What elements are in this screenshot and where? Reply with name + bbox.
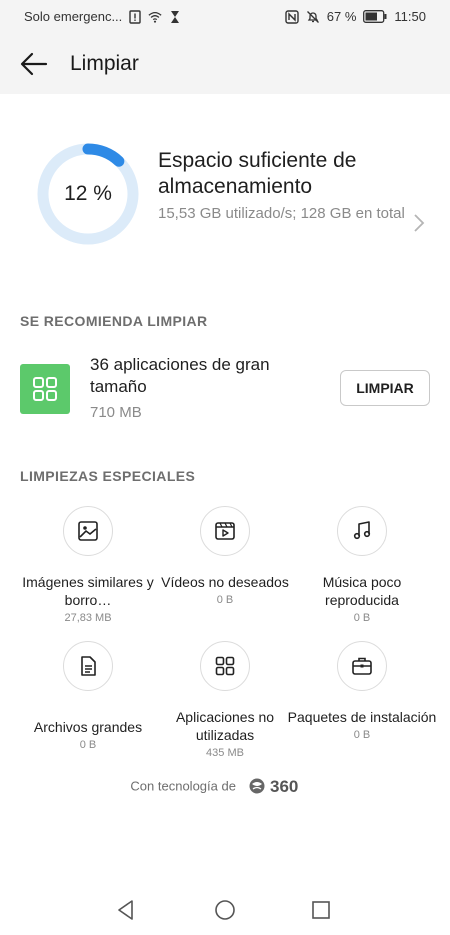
- storage-summary[interactable]: 12 % Espacio suficiente de almacenamient…: [0, 120, 450, 270]
- tool-name: Archivos grandes: [33, 719, 143, 735]
- clean-button[interactable]: LIMPIAR: [340, 370, 430, 406]
- tool-rarely-played-music[interactable]: Música poco reproducida 0 B: [287, 506, 437, 624]
- storage-status-title: Espacio suficiente de almacenamiento: [158, 149, 357, 198]
- special-cleanups-header: LIMPIEZAS ESPECIALES: [20, 468, 196, 484]
- wifi-icon: [148, 11, 162, 23]
- recommended-item[interactable]: 36 aplicaciones de gran tamaño 710 MB LI…: [0, 348, 450, 428]
- 360-logo: 360: [249, 777, 298, 796]
- nav-back-icon[interactable]: [113, 897, 139, 923]
- clock: 11:50: [394, 9, 426, 24]
- tool-unwanted-videos[interactable]: Vídeos no deseados 0 B: [150, 506, 300, 606]
- tool-size: 0 B: [79, 739, 97, 751]
- music-note-icon: [353, 521, 371, 540]
- video-icon: [215, 522, 235, 540]
- apps-grid-icon: [33, 377, 57, 401]
- chevron-right-icon: [414, 214, 425, 232]
- document-icon: [81, 656, 96, 676]
- tool-icon-circle: [337, 641, 387, 691]
- tool-size: 0 B: [353, 729, 371, 741]
- back-arrow-icon[interactable]: [18, 50, 50, 78]
- large-apps-tile: [20, 364, 70, 414]
- storage-percent: 12 %: [64, 182, 112, 205]
- tool-name: Paquetes de instalación: [287, 709, 437, 725]
- tool-name: Vídeos no deseados: [161, 574, 289, 590]
- brand-text: 360: [270, 777, 298, 796]
- nfc-icon: [285, 9, 299, 24]
- tool-icon-circle: [200, 641, 250, 691]
- tool-similar-images[interactable]: Imágenes similares y borro… 27,83 MB: [13, 506, 163, 624]
- image-icon: [78, 521, 98, 541]
- nav-home-icon[interactable]: [212, 897, 238, 923]
- bell-off-icon: [306, 10, 319, 23]
- battery-icon: [363, 10, 387, 23]
- briefcase-icon: [352, 657, 372, 675]
- navigation-bar: [0, 885, 450, 935]
- tool-icon-circle: [200, 506, 250, 556]
- app-bar: Limpiar: [0, 34, 450, 94]
- battery-percent: 67 %: [326, 9, 357, 24]
- large-apps-size: 710 MB: [90, 404, 142, 421]
- hourglass-icon: [171, 10, 180, 23]
- tool-name: Música poco reproducida: [322, 574, 402, 608]
- page-title: Limpiar: [70, 52, 139, 75]
- tool-icon-circle: [63, 641, 113, 691]
- tool-unused-apps[interactable]: Aplicaciones no utilizadas 435 MB: [150, 641, 300, 759]
- carrier-text: Solo emergenc...: [24, 9, 123, 24]
- powered-by-text: Con tecnología de: [130, 778, 236, 794]
- tool-icon-circle: [337, 506, 387, 556]
- tool-icon-circle: [63, 506, 113, 556]
- tool-size: 0 B: [216, 594, 234, 606]
- tool-large-files[interactable]: Archivos grandes 0 B: [13, 641, 163, 751]
- tool-install-packages[interactable]: Paquetes de instalación 0 B: [287, 641, 437, 741]
- sim-alert-icon: [129, 9, 141, 24]
- tool-size: 0 B: [353, 612, 371, 624]
- apps-grid-icon: [215, 656, 235, 676]
- tool-size: 27,83 MB: [64, 612, 112, 624]
- tool-name: Aplicaciones no utilizadas: [175, 709, 275, 743]
- tool-name: Imágenes similares y borro…: [22, 574, 154, 608]
- storage-usage-detail: 15,53 GB utilizado/s; 128 GB en total: [158, 205, 405, 222]
- large-apps-title: 36 aplicaciones de gran tamaño: [90, 355, 270, 396]
- status-bar: Solo emergenc... 67 % 11:50: [0, 0, 450, 34]
- tool-size: 435 MB: [206, 747, 244, 759]
- nav-recents-icon[interactable]: [308, 897, 334, 923]
- recommended-section-header: SE RECOMIENDA LIMPIAR: [20, 313, 208, 329]
- powered-by: Con tecnología de 360: [0, 776, 450, 796]
